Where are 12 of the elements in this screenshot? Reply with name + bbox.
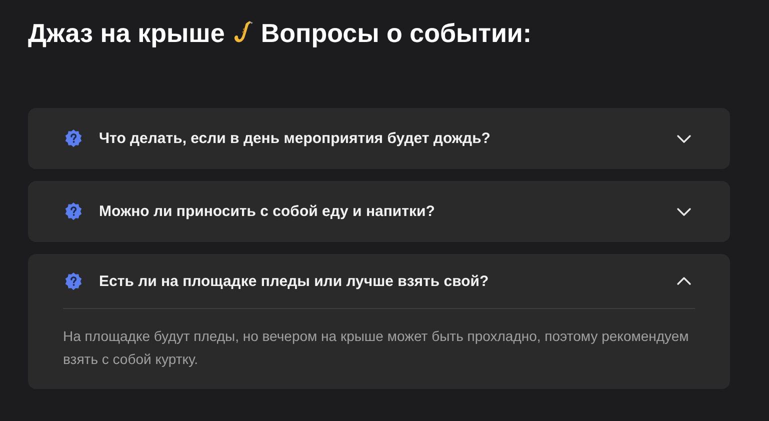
page-title: Джаз на крыше <box>28 18 225 48</box>
faq-question[interactable]: Есть ли на площадке пледы или лучше взять свой? <box>99 272 677 290</box>
faq-question[interactable]: Что делать, если в день мероприятия будет дождь? <box>99 130 677 147</box>
chevron-up-icon[interactable] <box>677 277 691 285</box>
page-title: Вопросы о событии: <box>260 18 532 48</box>
question-badge-icon <box>64 202 83 221</box>
faq-answer: На площадке будут пледы, но вечером на крыше может быть прохладно, поэтому рекомендуем взять с собой куртку. <box>63 327 690 369</box>
question-badge-icon <box>64 272 83 290</box>
faq-question[interactable]: Можно ли приносить с собой еду и напитки? <box>99 203 677 220</box>
chevron-down-icon[interactable] <box>677 134 691 142</box>
question-badge-icon <box>64 129 83 148</box>
chevron-down-icon[interactable] <box>677 208 691 216</box>
